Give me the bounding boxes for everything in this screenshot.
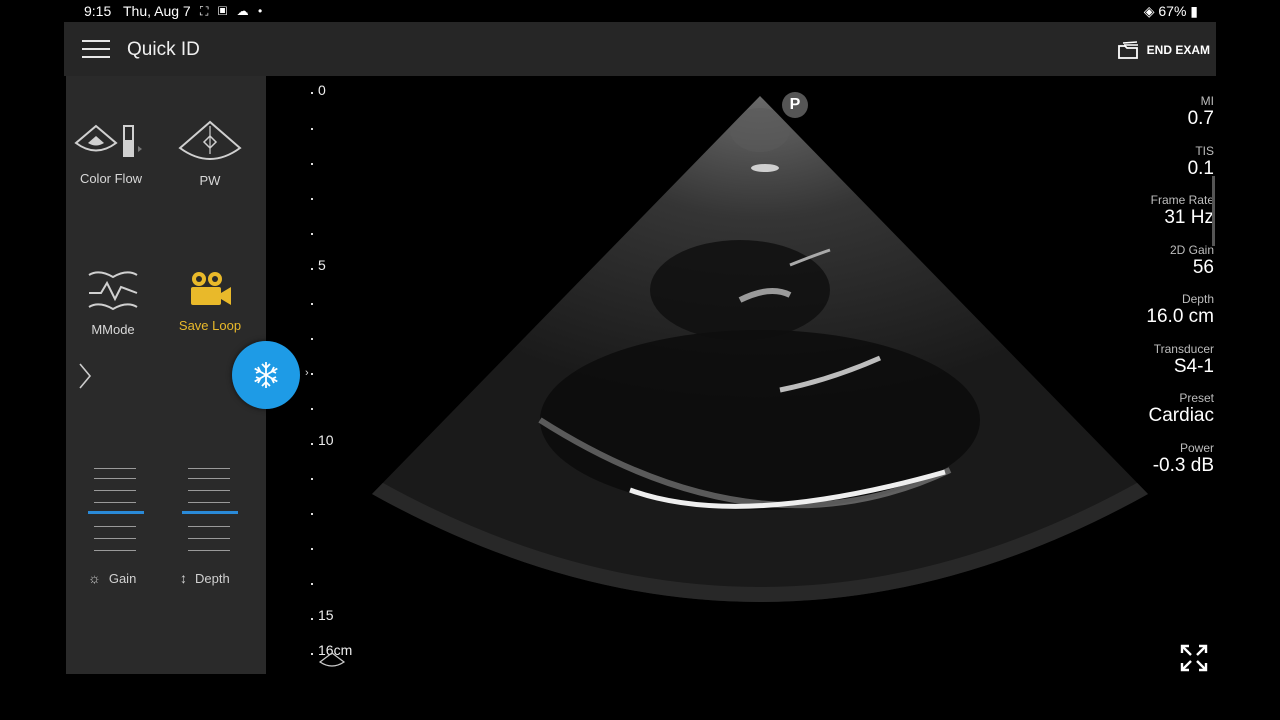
- status-date: Thu, Aug 7: [123, 3, 191, 19]
- param-key: Power: [1179, 440, 1214, 455]
- mmode-label: MMode: [91, 322, 135, 337]
- param-value: S4-1: [1173, 355, 1214, 377]
- depth-tick-label: 15: [318, 607, 334, 623]
- freeze-button[interactable]: [232, 341, 300, 409]
- param-key: Preset: [1179, 391, 1214, 405]
- ultrasound-image[interactable]: [360, 90, 1160, 660]
- param-key: Transducer: [1153, 341, 1214, 356]
- wifi-icon: ◈: [1143, 3, 1159, 19]
- video-camera-icon: [191, 272, 231, 305]
- param-key: 2D Gain: [1169, 242, 1214, 257]
- depth-label-group: ↕ Depth: [180, 570, 230, 586]
- gain-label-group: ☼ Gain: [88, 570, 136, 586]
- color-flow-button[interactable]: Color Flow: [66, 124, 156, 186]
- expand-panel-button[interactable]: [78, 362, 92, 395]
- app-bar: Quick ID END EXAM: [64, 22, 1216, 76]
- save-loop-label: Save Loop: [178, 318, 242, 333]
- status-bar: 9:15 Thu, Aug 7 ⛶ ▣ ☁ • ◈ 67% ▮: [0, 0, 1280, 22]
- param-value: 16.0 cm: [1146, 306, 1214, 327]
- depth-slider-thumb[interactable]: [182, 511, 238, 514]
- depth-tick-label: 10: [318, 432, 334, 448]
- param-value: 0.1: [1187, 157, 1214, 179]
- depth-tick-label: 5: [318, 257, 326, 273]
- param-value: 56: [1192, 256, 1214, 278]
- param-key: TIS: [1195, 143, 1214, 158]
- focus-marker-icon: ›: [305, 367, 309, 379]
- param-value: 0.7: [1187, 108, 1214, 129]
- param-key: Frame Rate: [1150, 193, 1214, 207]
- gain-label: Gain: [108, 570, 137, 586]
- depth-slider[interactable]: [182, 464, 238, 556]
- pw-icon: [178, 120, 242, 160]
- status-time: 9:15: [84, 3, 112, 19]
- probe-marker: P: [782, 92, 808, 118]
- page-title: Quick ID: [127, 39, 200, 60]
- color-flow-label: Color Flow: [79, 171, 143, 186]
- color-flow-icon: [74, 124, 142, 157]
- imaging-parameters: MI 0.7 TIS 0.1 Frame Rate 31 Hz 2D Gain …: [1074, 94, 1214, 490]
- fullscreen-icon[interactable]: [1180, 644, 1208, 672]
- param-frame-rate: Frame Rate 31 Hz: [1074, 193, 1214, 243]
- param-depth: Depth 16.0 cm: [1074, 292, 1214, 342]
- probe-orientation-icon: [318, 652, 346, 667]
- param-value: -0.3 dB: [1152, 454, 1214, 476]
- param-2d-gain: 2D Gain 56: [1074, 243, 1214, 293]
- param-transducer: Transducer S4-1: [1074, 342, 1214, 392]
- mmode-button[interactable]: MMode: [68, 269, 158, 337]
- save-loop-button[interactable]: Save Loop: [165, 269, 255, 333]
- param-preset: Preset Cardiac: [1074, 391, 1214, 441]
- notification-icons: ⛶ ▣ ☁ •: [200, 4, 266, 18]
- param-value: Cardiac: [1148, 405, 1214, 426]
- param-key: Depth: [1181, 292, 1214, 306]
- params-scrollbar[interactable]: [1212, 176, 1215, 246]
- vertical-arrows-icon: ↕: [180, 570, 187, 586]
- param-value: 31 Hz: [1164, 207, 1214, 228]
- gain-slider[interactable]: [88, 464, 144, 556]
- depth-label: Depth: [195, 570, 230, 586]
- snowflake-icon: [254, 362, 278, 388]
- chevron-right-icon: [79, 363, 92, 389]
- pw-button[interactable]: PW: [165, 120, 255, 188]
- param-mi: MI 0.7: [1074, 94, 1214, 144]
- battery-indicator: ◈ 67% ▮: [1144, 3, 1198, 20]
- end-exam-label: END EXAM: [1146, 43, 1210, 57]
- end-exam-button[interactable]: END EXAM: [1117, 39, 1210, 61]
- hamburger-menu-icon[interactable]: [82, 40, 110, 60]
- gain-slider-thumb[interactable]: [88, 511, 144, 514]
- param-key: MI: [1200, 94, 1214, 108]
- battery-level: 67%: [1158, 3, 1187, 19]
- battery-icon: ▮: [1186, 3, 1198, 19]
- depth-tick-label: 0: [318, 82, 326, 98]
- param-tis: TIS 0.1: [1074, 144, 1214, 194]
- end-exam-icon: [1117, 41, 1138, 59]
- mmode-icon: [88, 271, 138, 311]
- pw-label: PW: [199, 173, 221, 188]
- brightness-icon: ☼: [88, 570, 101, 586]
- param-power: Power -0.3 dB: [1074, 441, 1214, 491]
